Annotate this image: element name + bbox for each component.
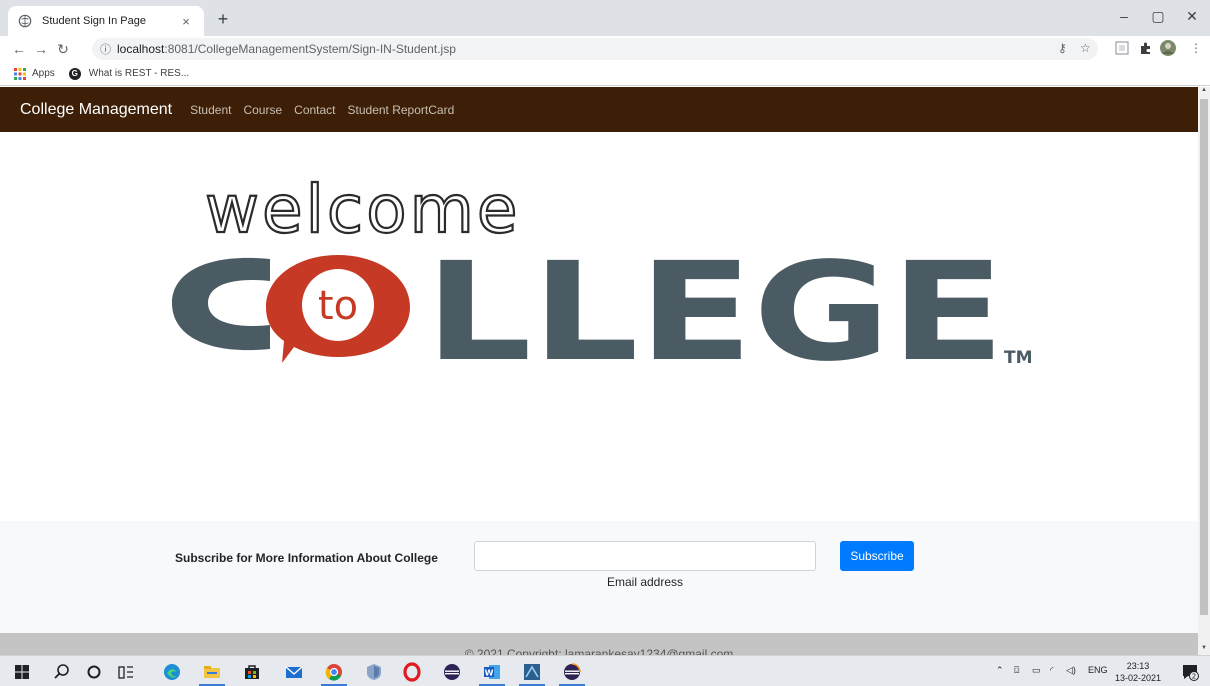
url-path: :8081/CollegeManagementSystem/Sign-IN-St… [164,42,456,56]
word-icon[interactable]: W [482,662,502,682]
shield-app-icon[interactable] [364,662,384,682]
language-indicator[interactable]: ENG [1088,665,1108,675]
bookmark-label: What is REST - RES... [88,68,190,79]
star-bookmark-icon[interactable]: ☆ [1080,41,1091,55]
nav-link-course[interactable]: Course [243,103,282,117]
back-arrow-icon[interactable]: ← [8,41,30,57]
windows-start-icon[interactable] [12,662,32,682]
mail-icon[interactable] [284,662,304,682]
tray-app-icon[interactable]: ⌼ [1014,665,1019,676]
clock-time: 23:13 [1126,661,1150,671]
eclipse-ee-icon[interactable] [562,662,582,682]
address-bar[interactable]: ⓘ localhost:8081/CollegeManagementSystem… [92,38,1098,60]
nav-link-contact[interactable]: Contact [294,103,335,117]
eclipse-icon[interactable] [442,662,462,682]
bookmarks-bar: Apps G What is REST - RES... [0,62,1210,86]
url-host: localhost [117,42,165,56]
logo-tm-text: TM [1004,348,1033,368]
site-navbar: College Management Student Course Contac… [0,87,1198,132]
logo-speech-bubble: to [266,255,410,363]
bookmark-label: Apps [32,68,55,79]
nav-link-student[interactable]: Student [190,103,231,117]
opera-icon[interactable] [402,662,422,682]
notification-count: 2 [1192,673,1196,681]
menu-kebab-icon[interactable]: ⋮ [1190,41,1202,55]
notification-center-icon[interactable]: 2 [1180,662,1200,682]
tray-chevron-icon[interactable]: ⌃ [996,665,1004,676]
minimize-button[interactable]: – [1110,8,1138,24]
search-icon[interactable] [52,662,72,682]
footer-copyright: © 2021 Copyright: lamarankesay1234@gmail… [464,647,734,655]
clock-date: 13-02-2021 [1114,673,1162,683]
scroll-down-icon[interactable]: ▼ [1198,645,1210,655]
chrome-icon[interactable] [324,662,344,682]
file-explorer-icon[interactable] [202,662,222,682]
scrollbar-thumb[interactable] [1200,99,1208,615]
puzzle-extensions-icon[interactable] [1138,40,1154,56]
globe-icon [18,14,32,28]
reload-icon[interactable]: ↻ [52,41,74,58]
cortana-icon[interactable] [84,662,104,682]
svg-text:W: W [485,669,494,678]
page-scrollbar[interactable]: ▲ ▼ [1198,87,1210,655]
maximize-button[interactable]: ▢ [1144,8,1172,25]
email-help-text: Email address [606,575,684,589]
close-window-button[interactable]: ✕ [1178,8,1206,25]
tab-close-icon[interactable]: × [178,14,194,29]
navbar-brand[interactable]: College Management [20,101,172,119]
forward-arrow-icon[interactable]: → [30,41,52,57]
page-viewport: College Management Student Course Contac… [0,87,1198,655]
page-footer: © 2021 Copyright: lamarankesay1234@gmail… [0,633,1198,655]
profile-avatar-icon[interactable] [1160,40,1176,56]
extension-icon[interactable] [1114,40,1130,56]
welcome-to-college-logo: welcome to LLEGE TM [172,170,1033,377]
scroll-up-icon[interactable]: ▲ [1198,87,1210,97]
key-icon[interactable]: ⚷ [1058,41,1067,55]
subscribe-label: Subscribe for More Information About Col… [175,551,438,565]
tab-title: Student Sign In Page [42,15,146,27]
store-icon[interactable] [242,662,262,682]
bookmark-apps[interactable]: Apps [14,67,55,80]
site-favicon-icon: G [68,67,81,80]
browser-toolbar: ← → ↻ ⓘ localhost:8081/CollegeManagement… [0,36,1210,62]
bookmark-rest[interactable]: G What is REST - RES... [68,67,190,80]
browser-tabstrip: Student Sign In Page × + – ▢ ✕ [0,0,1210,36]
browser-tab[interactable]: Student Sign In Page × [8,6,204,36]
subscribe-section: Subscribe for More Information About Col… [0,521,1198,633]
site-info-icon[interactable]: ⓘ [100,41,111,57]
edge-icon[interactable] [162,662,182,682]
apps-grid-icon [14,67,26,80]
logo-llege-text: LLEGE [425,234,1005,377]
new-tab-button[interactable]: + [212,9,234,30]
sql-developer-icon[interactable] [522,662,542,682]
logo-letter-c [172,257,270,351]
logo-bubble-text: to [318,283,358,329]
task-view-icon[interactable] [116,662,136,682]
wifi-icon[interactable]: ◜ [1050,665,1054,676]
nav-link-student-reportcard[interactable]: Student ReportCard [348,103,455,117]
subscribe-button[interactable]: Subscribe [840,541,914,571]
volume-icon[interactable]: ◁) [1066,665,1076,676]
windows-taskbar: W ⌃ ⌼ ▭ ◜ ◁) ENG 23:13 13-02-2021 2 [0,655,1210,686]
email-input[interactable] [474,541,816,571]
taskbar-clock[interactable]: 23:13 13-02-2021 [1110,660,1166,684]
battery-icon[interactable]: ▭ [1032,665,1041,676]
